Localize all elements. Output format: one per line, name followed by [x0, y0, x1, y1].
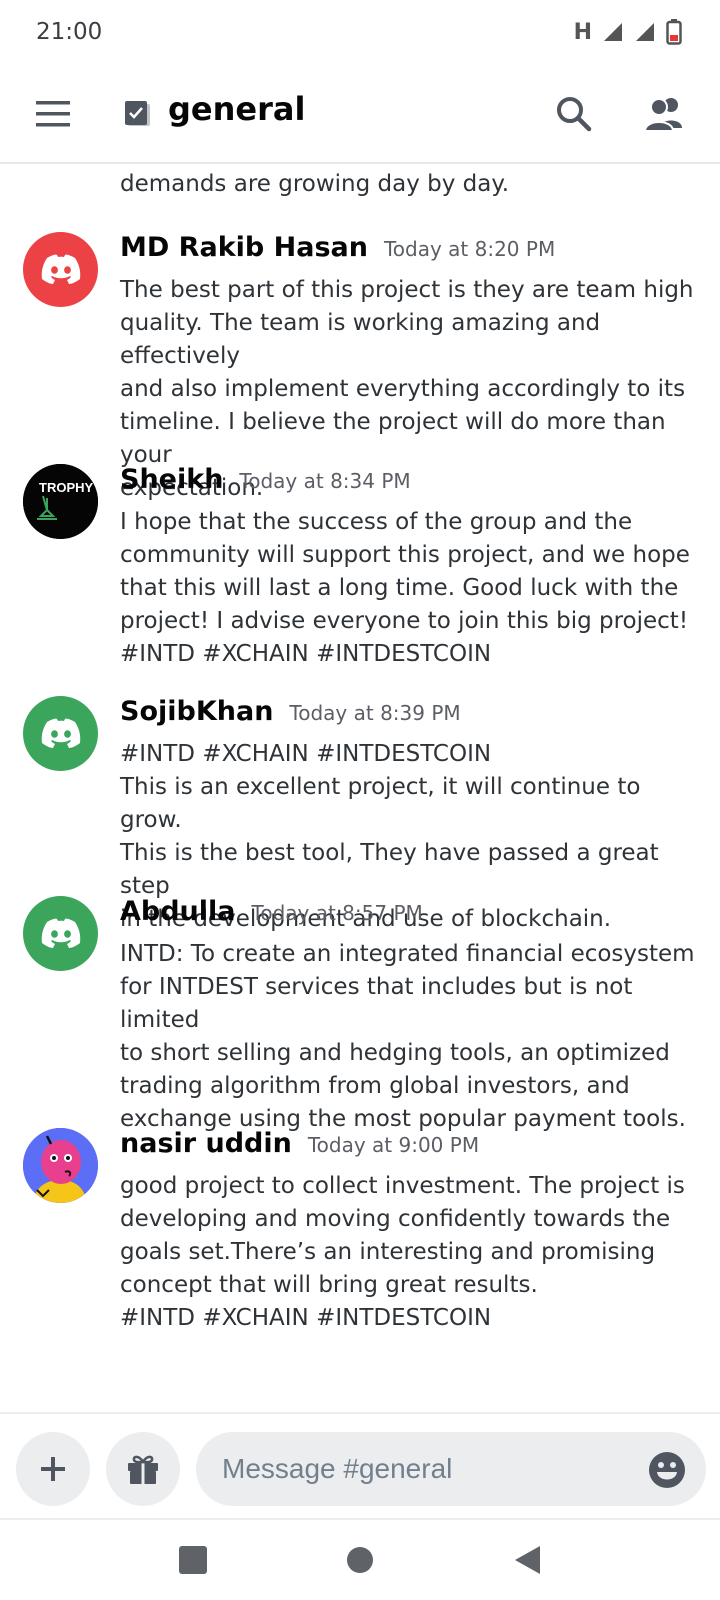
- message-line: community will support this project, and…: [120, 542, 690, 568]
- message-line: This is the best tool, They have passed …: [120, 840, 659, 899]
- discord-logo-icon: [41, 918, 80, 948]
- avatar[interactable]: [23, 1128, 98, 1203]
- status-bar: 21:00 H: [0, 0, 720, 64]
- message-line: concept that will bring great results.: [120, 1272, 538, 1298]
- message-body: INTD: To create an integrated financial …: [120, 938, 695, 1136]
- username[interactable]: SojibKhan: [120, 696, 273, 727]
- message-line: that this will last a long time. Good lu…: [120, 575, 679, 601]
- message-list[interactable]: demands are growing day by day. MD Rakib…: [0, 166, 720, 1412]
- message-line: and also implement everything accordingl…: [120, 376, 686, 402]
- message-line: trading algorithm from global investors,…: [120, 1073, 630, 1099]
- timestamp: Today at 8:39 PM: [289, 701, 461, 725]
- message-line: The best part of this project is they ar…: [120, 277, 694, 303]
- channel-icon: [122, 98, 152, 128]
- back-button[interactable]: [507, 1540, 547, 1580]
- timestamp: Today at 8:34 PM: [239, 469, 411, 493]
- cartoon-avatar-icon: [23, 1128, 98, 1203]
- message-line: #INTD #XCHAIN #INTDESTCOIN: [120, 641, 492, 667]
- avatar[interactable]: [23, 232, 98, 307]
- system-nav-bar: [0, 1518, 720, 1600]
- message-line: to short selling and hedging tools, an o…: [120, 1040, 670, 1066]
- username[interactable]: nasir uddin: [120, 1128, 292, 1159]
- members-icon[interactable]: [642, 94, 686, 134]
- smiley-icon: [649, 1452, 685, 1488]
- gift-icon: [128, 1455, 158, 1484]
- channel-header: general: [0, 64, 720, 164]
- channel-name: general: [168, 90, 306, 128]
- message-header: Sheikh Today at 8:34 PM: [120, 464, 411, 495]
- username[interactable]: Sheikh: [120, 464, 223, 495]
- home-button[interactable]: [340, 1540, 380, 1580]
- signal-icon-2: [634, 21, 656, 43]
- message-line: #INTD #XCHAIN #INTDESTCOIN: [120, 1305, 492, 1331]
- avatar[interactable]: [23, 696, 98, 771]
- message-body: I hope that the success of the group and…: [120, 506, 695, 671]
- gift-button[interactable]: [106, 1432, 180, 1506]
- message-header: MD Rakib Hasan Today at 8:20 PM: [120, 232, 555, 263]
- message-line: #INTD #XCHAIN #INTDESTCOIN: [120, 741, 492, 767]
- avatar-logo-text: TROPHY: [39, 480, 94, 495]
- circle-icon: [346, 1547, 373, 1573]
- partial-message-text: demands are growing day by day.: [120, 171, 510, 197]
- message-line: goals set.There’s an interesting and pro…: [120, 1239, 656, 1265]
- plus-icon: [41, 1457, 65, 1481]
- message-line: good project to collect investment. The …: [120, 1173, 685, 1199]
- username[interactable]: Abdulla: [120, 896, 236, 927]
- message-header: SojibKhan Today at 8:39 PM: [120, 696, 461, 727]
- square-icon: [179, 1546, 208, 1574]
- message-line: INTD: To create an integrated financial …: [120, 941, 695, 967]
- avatar[interactable]: [23, 896, 98, 971]
- avatar[interactable]: TROPHY: [23, 464, 98, 539]
- discord-logo-icon: [41, 254, 80, 284]
- emoji-button[interactable]: [648, 1451, 686, 1489]
- menu-icon[interactable]: [34, 96, 74, 132]
- message-line: project! I advise everyone to join this …: [120, 608, 689, 634]
- back-triangle-icon: [514, 1546, 540, 1574]
- signal-icon: [602, 21, 624, 43]
- network-type: H: [573, 19, 592, 45]
- timestamp: Today at 8:57 PM: [251, 901, 423, 925]
- status-icons: H: [574, 19, 682, 45]
- message-line: This is an excellent project, it will co…: [120, 774, 641, 833]
- search-icon[interactable]: [554, 94, 594, 134]
- message-body: good project to collect investment. The …: [120, 1170, 695, 1335]
- message-input[interactable]: [196, 1432, 706, 1506]
- recents-button[interactable]: [173, 1540, 213, 1580]
- message-header: Abdulla Today at 8:57 PM: [120, 896, 423, 927]
- add-attachment-button[interactable]: [16, 1432, 90, 1506]
- status-time: 21:00: [36, 19, 103, 45]
- message-header: nasir uddin Today at 9:00 PM: [120, 1128, 479, 1159]
- trophy-avatar-icon: TROPHY: [23, 464, 98, 539]
- timestamp: Today at 8:20 PM: [383, 237, 556, 261]
- message-line: quality. The team is working amazing and…: [120, 310, 601, 369]
- message-line: for INTDEST services that includes but i…: [120, 974, 633, 1033]
- discord-screen: 21:00 H general demands are growing day …: [0, 0, 720, 1600]
- message-line: developing and moving confidently toward…: [120, 1206, 671, 1232]
- timestamp: Today at 9:00 PM: [307, 1133, 480, 1157]
- message-line: I hope that the success of the group and…: [120, 509, 633, 535]
- message-line: timeline. I believe the project will do …: [120, 409, 666, 468]
- discord-logo-icon: [41, 718, 80, 748]
- message-composer: [0, 1412, 720, 1518]
- battery-icon: [666, 19, 682, 45]
- username[interactable]: MD Rakib Hasan: [120, 232, 368, 263]
